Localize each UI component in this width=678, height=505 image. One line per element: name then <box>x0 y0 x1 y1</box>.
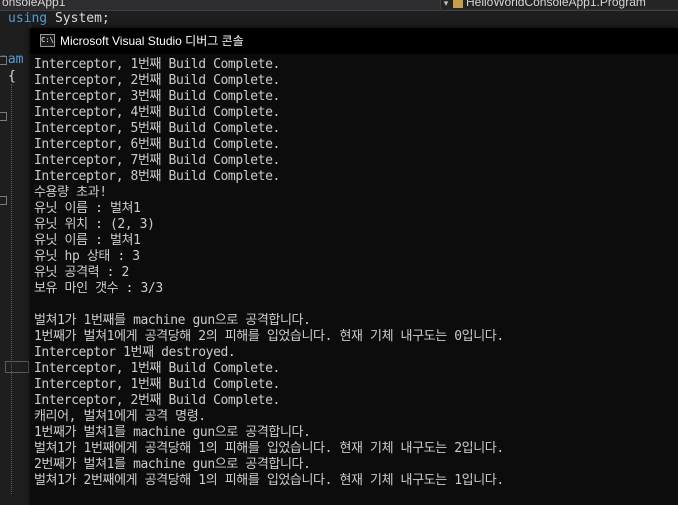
console-line: Interceptor, 8번째 Build Complete. <box>34 169 280 184</box>
console-line: 캐리어, 벌쳐1에게 공격 명령. <box>34 409 206 424</box>
debug-console-window[interactable]: C:\ Microsoft Visual Studio 디버그 콘솔 Inter… <box>30 28 678 505</box>
navigation-dropdown-type[interactable]: ▾ HelloWorldConsoleApp1.Program <box>440 0 678 9</box>
console-line: Interceptor, 3번째 Build Complete. <box>34 89 280 104</box>
indent-guide <box>11 84 12 494</box>
chevron-down-icon: ▾ <box>443 0 449 8</box>
code-marker <box>5 361 29 373</box>
code-keyword-using: using <box>8 11 48 26</box>
console-line: Interceptor, 7번째 Build Complete. <box>34 153 280 168</box>
code-system: System; <box>47 11 110 26</box>
class-icon <box>453 0 463 8</box>
code-brace: { <box>8 69 16 84</box>
console-app-icon: C:\ <box>40 34 55 47</box>
fold-toggle-icon[interactable] <box>0 112 7 121</box>
console-titlebar[interactable]: C:\ Microsoft Visual Studio 디버그 콘솔 <box>30 28 678 54</box>
console-line: Interceptor, 5번째 Build Complete. <box>34 121 280 136</box>
console-line: Interceptor 1번째 destroyed. <box>34 345 236 360</box>
fold-toggle-icon[interactable] <box>0 56 7 65</box>
screen: onsoleApp1 ▾ HelloWorldConsoleApp1.Progra… <box>0 0 678 505</box>
editor-tab-project[interactable]: onsoleApp1 <box>0 0 352 9</box>
console-line: Interceptor, 1번째 Build Complete. <box>34 377 280 392</box>
console-line: Interceptor, 1번째 Build Complete. <box>34 57 280 72</box>
console-line: Interceptor, 4번째 Build Complete. <box>34 105 280 120</box>
editor-gutter <box>0 11 31 505</box>
code-line-using[interactable]: using System; <box>8 11 110 26</box>
console-line: Interceptor, 6번째 Build Complete. <box>34 137 280 152</box>
console-output[interactable]: Interceptor, 1번째 Build Complete. Interce… <box>34 57 674 489</box>
console-line: 보유 마인 갯수 : 3/3 <box>34 281 163 296</box>
console-line: 1번째가 벌쳐1에게 공격당해 2의 피해를 입었습니다. 현재 기체 내구도는… <box>34 329 504 344</box>
console-line: 유닛 이름 : 벌쳐1 <box>34 201 141 216</box>
console-line: 수용량 초과! <box>34 185 107 200</box>
console-line: 유닛 공격력 : 2 <box>34 265 129 280</box>
navigation-dropdown-label: HelloWorldConsoleApp1.Program <box>466 0 646 9</box>
console-line: 벌쳐1가 1번째에게 공격당해 1의 피해를 입었습니다. 현재 기체 내구도는… <box>34 441 504 456</box>
console-line: 유닛 이름 : 벌쳐1 <box>34 233 141 248</box>
console-line: 유닛 위치 : (2, 3) <box>34 217 155 232</box>
fold-toggle-icon[interactable] <box>0 196 7 205</box>
console-title: Microsoft Visual Studio 디버그 콘솔 <box>60 34 244 48</box>
console-line: Interceptor, 1번째 Build Complete. <box>34 361 280 376</box>
console-line: 벌쳐1가 2번째에게 공격당해 1의 피해를 입었습니다. 현재 기체 내구도는… <box>34 473 504 488</box>
console-line: 벌쳐1가 1번째를 machine gun으로 공격합니다. <box>34 313 311 328</box>
console-line: 2번째가 벌쳐1를 machine gun으로 공격합니다. <box>34 457 311 472</box>
editor-tab-bar: onsoleApp1 ▾ HelloWorldConsoleApp1.Progra… <box>0 0 678 11</box>
console-line: Interceptor, 2번째 Build Complete. <box>34 393 280 408</box>
console-line: 유닛 hp 상태 : 3 <box>34 249 140 264</box>
console-line: 1번째가 벌쳐1를 machine gun으로 공격합니다. <box>34 425 311 440</box>
console-line: Interceptor, 2번째 Build Complete. <box>34 73 280 88</box>
